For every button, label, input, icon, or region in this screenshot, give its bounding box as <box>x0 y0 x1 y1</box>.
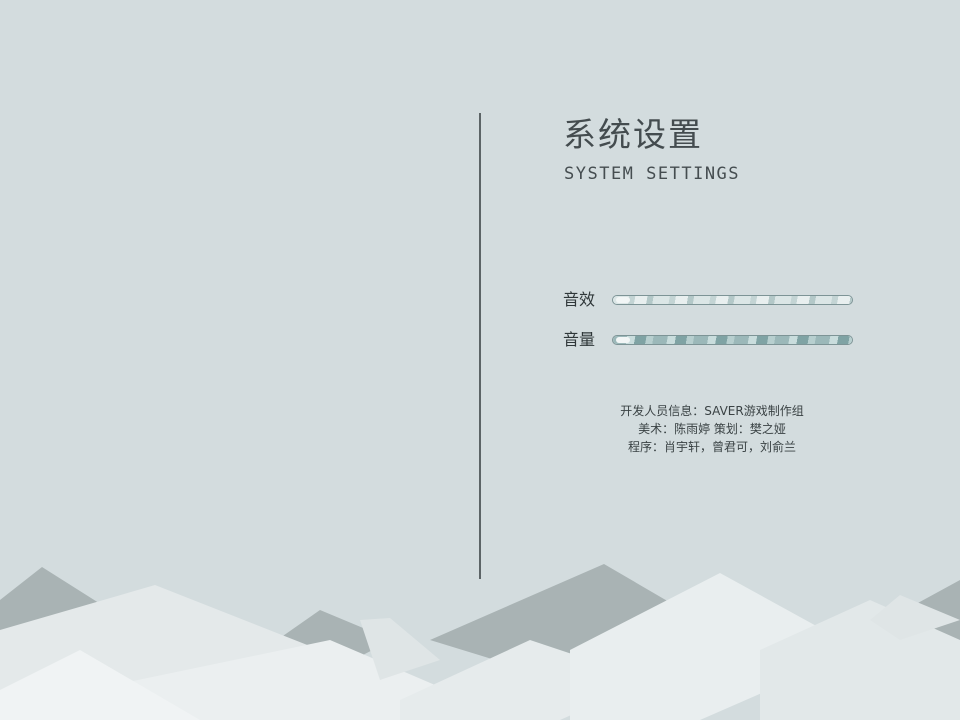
mountain-landscape <box>0 564 960 720</box>
